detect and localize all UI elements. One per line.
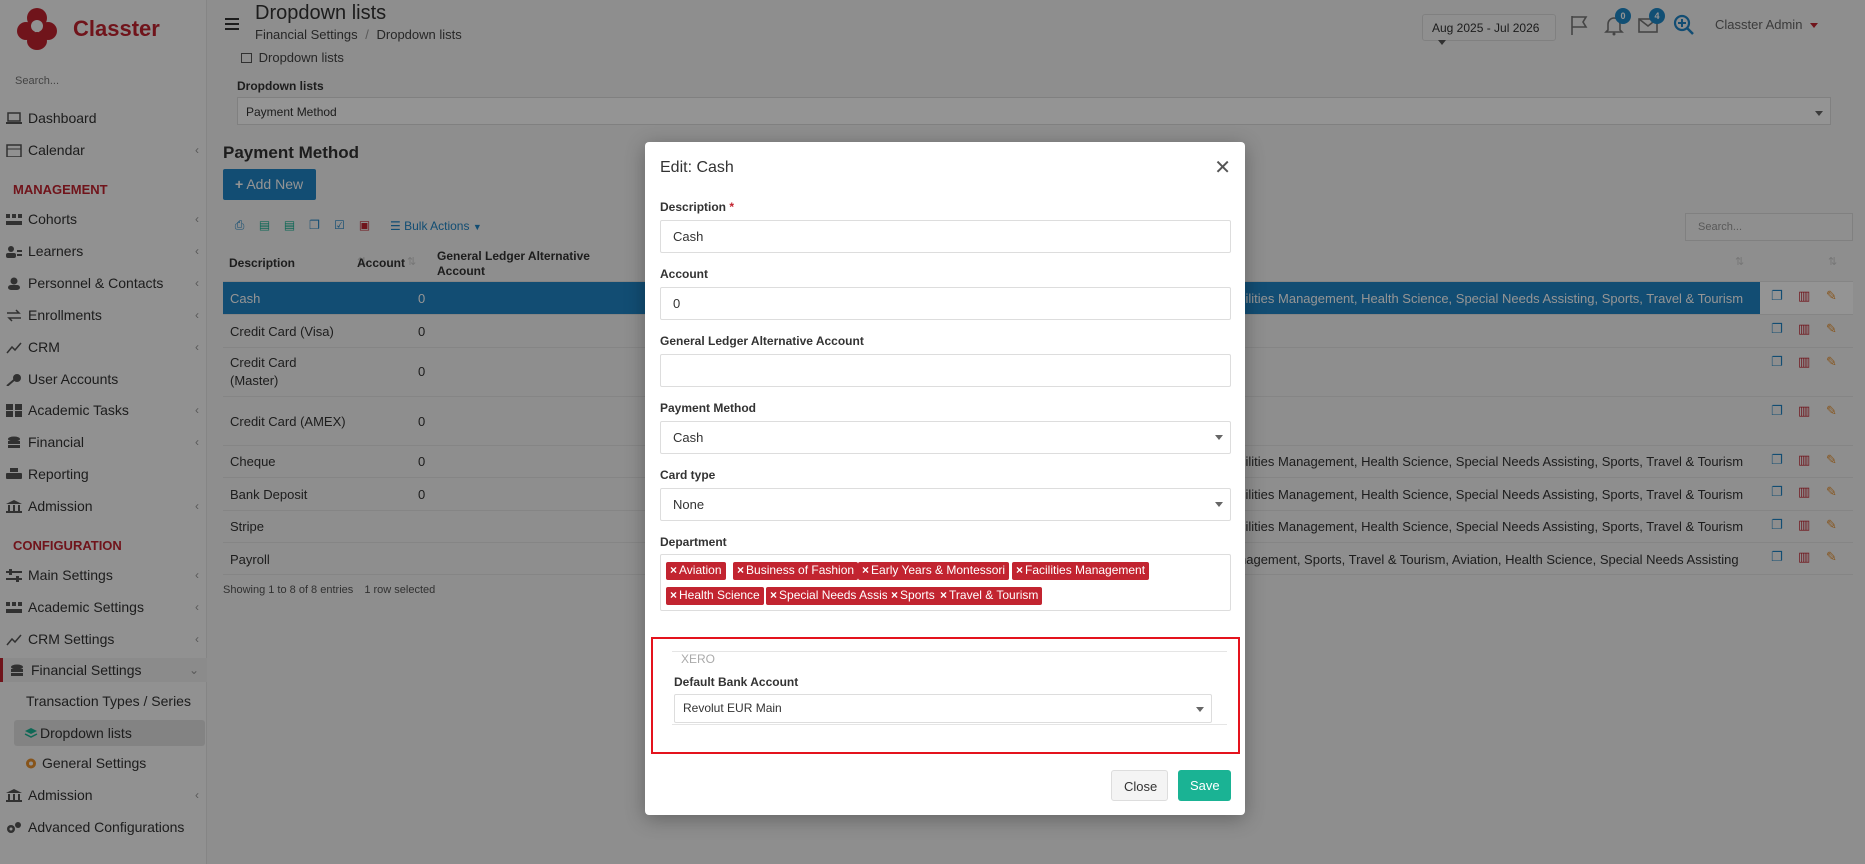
remove-tag-icon[interactable]: × [737, 563, 744, 577]
required-mark: * [729, 200, 735, 214]
department-tag[interactable]: × Health Science [666, 587, 764, 605]
department-tag[interactable]: × Travel & Tourism [936, 587, 1043, 605]
caret-down-icon [1215, 435, 1223, 440]
department-tag[interactable]: × Facilities Management [1012, 562, 1150, 580]
default-bank-account-value: Revolut EUR Main [683, 701, 782, 715]
remove-tag-icon[interactable]: × [770, 588, 777, 602]
description-label-text: Description [660, 200, 727, 214]
modal-title: Edit: Cash [660, 159, 734, 176]
xero-legend: XERO [678, 652, 719, 666]
remove-tag-icon[interactable]: × [670, 563, 677, 577]
gl-alternative-account-label: General Ledger Alternative Account [660, 334, 864, 348]
tag-label: Business of Fashion [746, 563, 855, 577]
edit-modal: Edit: Cash ✕ Description * Account Gener… [645, 142, 1245, 815]
close-button[interactable]: Close [1111, 770, 1168, 801]
account-label: Account [660, 267, 708, 281]
remove-tag-icon[interactable]: × [1016, 563, 1023, 577]
default-bank-account-label: Default Bank Account [674, 675, 799, 689]
department-multiselect[interactable]: × Aviation × Business of Fashion × Early Ye… [660, 554, 1231, 611]
account-input[interactable] [660, 287, 1231, 320]
payment-method-value: Cash [673, 430, 704, 445]
remove-tag-icon[interactable]: × [670, 588, 677, 602]
card-type-value: None [673, 497, 705, 512]
tag-label: Travel & Tourism [949, 588, 1039, 602]
tag-label: Facilities Management [1025, 563, 1146, 577]
department-tag[interactable]: × Sports [887, 587, 939, 605]
description-input[interactable] [660, 220, 1231, 253]
save-button[interactable]: Save [1178, 770, 1231, 801]
tag-label: Health Science [679, 588, 760, 602]
caret-down-icon [1215, 502, 1223, 507]
tag-label: Aviation [679, 563, 722, 577]
payment-method-select[interactable]: Cash [660, 421, 1231, 454]
close-icon[interactable]: ✕ [1214, 155, 1231, 180]
department-tag[interactable]: × Business of Fashion [733, 562, 859, 580]
description-label: Description * [660, 200, 734, 214]
xero-highlight-box: XERO Default Bank Account Revolut EUR Ma… [651, 637, 1240, 754]
card-type-select[interactable]: None [660, 488, 1231, 521]
gl-alternative-account-input[interactable] [660, 354, 1231, 387]
tag-label: Early Years & Montessori [871, 563, 1006, 577]
default-bank-account-select[interactable]: Revolut EUR Main [674, 694, 1212, 723]
department-tag[interactable]: × Aviation [666, 562, 726, 580]
tag-label: Sports [900, 588, 935, 602]
caret-down-icon [1196, 707, 1204, 712]
remove-tag-icon[interactable]: × [940, 588, 947, 602]
department-tag[interactable]: × Early Years & Montessori [858, 562, 1010, 580]
department-label: Department [660, 535, 727, 549]
payment-method-label: Payment Method [660, 401, 757, 415]
remove-tag-icon[interactable]: × [862, 563, 869, 577]
card-type-label: Card type [660, 468, 716, 482]
remove-tag-icon[interactable]: × [891, 588, 898, 602]
